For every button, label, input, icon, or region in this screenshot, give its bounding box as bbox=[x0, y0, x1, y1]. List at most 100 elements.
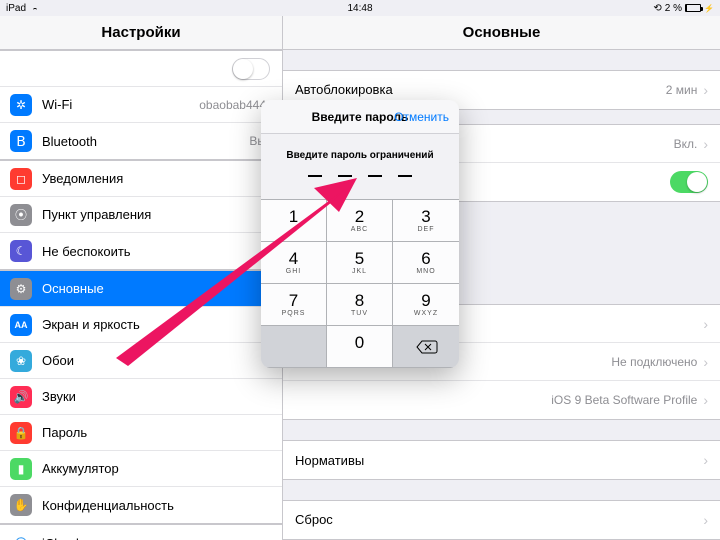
keypad-blank bbox=[261, 326, 327, 368]
sidebar-item-label: Звуки bbox=[42, 389, 270, 404]
rotation-lock-icon: ⟲ bbox=[653, 3, 661, 14]
keypad-letters-label: JKL bbox=[352, 268, 367, 275]
gear-icon: ⚙ bbox=[10, 278, 32, 300]
sidebar-item-control-center[interactable]: ⦿ Пункт управления bbox=[0, 197, 282, 233]
chevron-right-icon: › bbox=[703, 452, 708, 468]
keypad-digit-label: 5 bbox=[355, 250, 364, 267]
keypad-0[interactable]: 0 bbox=[327, 326, 393, 368]
keypad-letters-label: WXYZ bbox=[414, 310, 438, 317]
sidebar-item-label: Конфиденциальность bbox=[42, 498, 270, 513]
sidebar-item-label: Аккумулятор bbox=[42, 461, 270, 476]
sidebar-item-general[interactable]: ⚙ Основные bbox=[0, 271, 282, 307]
notifications-icon: ◻ bbox=[10, 168, 32, 190]
keypad-7[interactable]: 7PQRS bbox=[261, 284, 327, 326]
sidebar-item-wallpaper[interactable]: ❀ Обои bbox=[0, 343, 282, 379]
row-value: Не подключено bbox=[611, 355, 697, 369]
sidebar-item-sounds[interactable]: 🔊 Звуки bbox=[0, 379, 282, 415]
sidebar-item-display[interactable]: AA Экран и яркость bbox=[0, 307, 282, 343]
keypad-digit-label: 7 bbox=[289, 292, 298, 309]
passcode-digit bbox=[368, 175, 382, 177]
modal-header: Введите пароль Отменить bbox=[261, 100, 459, 134]
charging-icon: ⚡ bbox=[704, 4, 714, 13]
sidebar-item-label: Уведомления bbox=[42, 171, 270, 186]
sidebar-item-value: obaobab444 bbox=[199, 98, 266, 112]
battery-icon bbox=[685, 4, 701, 12]
passcode-digit bbox=[338, 175, 352, 177]
speaker-icon: 🔊 bbox=[10, 386, 32, 408]
wallpaper-icon: ❀ bbox=[10, 350, 32, 372]
icloud-icon bbox=[10, 532, 32, 540]
modal-subtitle: Введите пароль ограничений bbox=[261, 134, 459, 171]
sidebar-item-label: Bluetooth bbox=[42, 134, 249, 149]
sidebar-item-label: Пароль bbox=[42, 425, 270, 440]
sidebar-title: Настройки bbox=[0, 16, 282, 50]
wifi-signal-icon bbox=[30, 3, 40, 13]
device-label: iPad bbox=[6, 3, 26, 14]
control-center-icon: ⦿ bbox=[10, 204, 32, 226]
passcode-digit bbox=[398, 175, 412, 177]
sidebar-item-dnd[interactable]: ☾ Не беспокоить bbox=[0, 233, 282, 269]
chevron-right-icon: › bbox=[703, 82, 708, 98]
settings-sidebar: Настройки ✲ Wi-Fi obaobab444 𝖡 Bluetooth… bbox=[0, 16, 283, 540]
sidebar-item-icloud[interactable]: iCloud bbox=[0, 525, 282, 540]
bluetooth-icon: 𝖡 bbox=[10, 130, 32, 152]
sidebar-item-passcode[interactable]: 🔒 Пароль bbox=[0, 415, 282, 451]
keypad-3[interactable]: 3DEF bbox=[393, 200, 459, 242]
backspace-icon bbox=[416, 340, 436, 354]
wifi-icon: ✲ bbox=[10, 94, 32, 116]
sidebar-item-label: Пункт управления bbox=[42, 207, 270, 222]
sidebar-item-battery[interactable]: ▮ Аккумулятор bbox=[0, 451, 282, 487]
sidebar-item-label: Wi-Fi bbox=[42, 97, 199, 112]
row-reset[interactable]: Сброс › bbox=[283, 501, 720, 539]
keypad-1[interactable]: 1 bbox=[261, 200, 327, 242]
chevron-right-icon: › bbox=[703, 354, 708, 370]
chevron-right-icon: › bbox=[703, 136, 708, 152]
row-profile[interactable]: iOS 9 Beta Software Profile › bbox=[283, 381, 720, 419]
keypad-9[interactable]: 9WXYZ bbox=[393, 284, 459, 326]
sidebar-item-label: iCloud bbox=[42, 536, 270, 540]
sidebar-item-airplane[interactable] bbox=[0, 51, 282, 87]
keypad-digit-label: 3 bbox=[421, 208, 430, 225]
sidebar-item-label: Не беспокоить bbox=[42, 244, 270, 259]
cancel-button[interactable]: Отменить bbox=[394, 110, 449, 124]
passcode-digit bbox=[308, 175, 322, 177]
battery-settings-icon: ▮ bbox=[10, 458, 32, 480]
keypad-delete[interactable] bbox=[393, 326, 459, 368]
chevron-right-icon: › bbox=[703, 392, 708, 408]
sidebar-item-bluetooth[interactable]: 𝖡 Bluetooth Вы bbox=[0, 123, 282, 159]
keypad-digit-label: 6 bbox=[421, 250, 430, 267]
keypad-letters-label: TUV bbox=[351, 310, 368, 317]
chevron-right-icon: › bbox=[703, 316, 708, 332]
keypad-4[interactable]: 4GHI bbox=[261, 242, 327, 284]
keypad-5[interactable]: 5JKL bbox=[327, 242, 393, 284]
keypad-2[interactable]: 2ABC bbox=[327, 200, 393, 242]
keypad-letters-label: GHI bbox=[286, 268, 301, 275]
keypad-6[interactable]: 6MNO bbox=[393, 242, 459, 284]
sidebar-item-notifications[interactable]: ◻ Уведомления bbox=[0, 161, 282, 197]
battery-pct: 2 % bbox=[665, 3, 682, 14]
keypad-digit-label: 9 bbox=[421, 292, 430, 309]
moon-icon: ☾ bbox=[10, 240, 32, 262]
passcode-fields bbox=[261, 171, 459, 199]
sidebar-item-privacy[interactable]: ✋ Конфиденциальность bbox=[0, 487, 282, 523]
sidebar-item-wifi[interactable]: ✲ Wi-Fi obaobab444 bbox=[0, 87, 282, 123]
hand-icon: ✋ bbox=[10, 494, 32, 516]
keypad-digit-label: 1 bbox=[289, 208, 298, 225]
keypad-digit-label: 4 bbox=[289, 250, 298, 267]
row-value: iOS 9 Beta Software Profile bbox=[551, 393, 697, 407]
row-label: Автоблокировка bbox=[295, 82, 666, 97]
keypad-8[interactable]: 8TUV bbox=[327, 284, 393, 326]
sidebar-item-label: Основные bbox=[42, 281, 270, 296]
status-bar: iPad 14:48 ⟲ 2 % ⚡ bbox=[0, 0, 720, 16]
row-label: Нормативы bbox=[295, 453, 703, 468]
restrictions-toggle[interactable] bbox=[670, 171, 708, 193]
chevron-right-icon: › bbox=[703, 512, 708, 528]
lock-icon: 🔒 bbox=[10, 422, 32, 444]
keypad-digit-label: 0 bbox=[355, 334, 364, 351]
row-label: Сброс bbox=[295, 512, 703, 527]
row-regulatory[interactable]: Нормативы › bbox=[283, 441, 720, 479]
keypad-letters-label: PQRS bbox=[282, 310, 306, 317]
airplane-toggle[interactable] bbox=[232, 58, 270, 80]
keypad-digit-label: 8 bbox=[355, 292, 364, 309]
keypad-letters-label: ABC bbox=[351, 226, 368, 233]
